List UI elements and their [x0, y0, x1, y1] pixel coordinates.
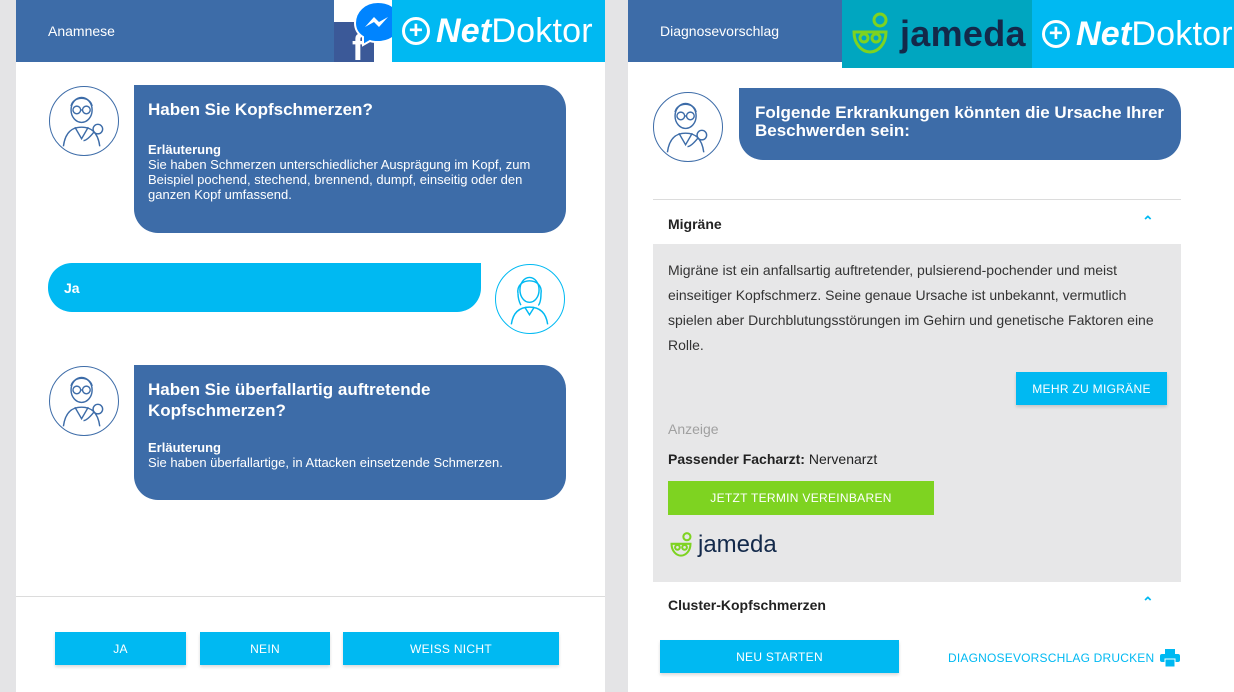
plus-circle-icon: +	[1042, 20, 1070, 48]
explanation-label: Erläuterung	[148, 142, 221, 157]
print-diagnosis-link[interactable]: DIAGNOSEVORSCHLAG DRUCKEN	[948, 649, 1181, 667]
jameda-logo-icon	[670, 532, 692, 557]
netdoktor-logo: + Net Doktor	[392, 0, 605, 62]
diagnosis-title[interactable]: Cluster-Kopfschmerzen	[668, 597, 826, 613]
panel-title: Diagnosevorschlag	[628, 0, 842, 62]
jameda-logo-icon	[852, 12, 888, 54]
doctor-avatar-icon	[49, 86, 119, 156]
anamnese-panel: Anamnese f + Net Doktor Haben Sie Kopfsch…	[16, 0, 605, 692]
plus-circle-icon: +	[402, 17, 430, 45]
specialist-info: Passender Facharzt: Nervenarzt	[668, 451, 878, 467]
patient-avatar-icon	[495, 264, 565, 334]
chevron-up-icon[interactable]: ⌃	[1142, 594, 1154, 611]
divider	[16, 596, 605, 597]
no-button[interactable]: NEIN	[200, 632, 330, 665]
diagnosis-title[interactable]: Migräne	[668, 216, 722, 232]
divider	[653, 199, 1181, 200]
header: Anamnese f + Net Doktor	[16, 0, 605, 68]
intro-text: Folgende Erkrankungen könnten die Ursach…	[755, 103, 1165, 140]
dont-know-button[interactable]: WEISS NICHT	[343, 632, 559, 665]
answer-text: Ja	[64, 279, 80, 296]
doctor-avatar-icon	[49, 366, 119, 436]
question-text: Haben Sie überfallartig auftretende Kopf…	[148, 380, 431, 420]
jameda-partner-logo: jameda	[668, 531, 777, 559]
answer-bubble: Ja	[48, 263, 481, 312]
question-bubble: Haben Sie überfallartig auftretende Kopf…	[134, 365, 566, 500]
printer-icon	[1160, 649, 1181, 667]
jameda-logo: jameda	[842, 0, 1032, 68]
panel-title: Anamnese	[16, 0, 334, 62]
diagnosis-description: Migräne ist ein anfallsartig auftretende…	[668, 262, 1154, 353]
book-appointment-button[interactable]: JETZT TERMIN VEREINBAREN	[668, 481, 934, 515]
explanation-text: Sie haben überfallartige, in Attacken ei…	[148, 455, 503, 470]
diagnosis-details: Migräne ist ein anfallsartig auftretende…	[653, 244, 1181, 582]
intro-bubble: Folgende Erkrankungen könnten die Ursach…	[739, 88, 1181, 160]
restart-button[interactable]: NEU STARTEN	[660, 640, 899, 673]
diagnosis-panel: Diagnosevorschlag jameda + Net Doktor Fol…	[628, 0, 1234, 692]
explanation-text: Sie haben Schmerzen unterschiedlicher Au…	[148, 157, 531, 202]
more-about-migraine-button[interactable]: MEHR ZU MIGRÄNE	[1016, 372, 1167, 405]
question-text: Haben Sie Kopfschmerzen?	[148, 100, 373, 119]
header: Diagnosevorschlag jameda + Net Doktor	[628, 0, 1234, 68]
explanation-label: Erläuterung	[148, 440, 221, 455]
yes-button[interactable]: JA	[55, 632, 186, 665]
question-bubble: Haben Sie Kopfschmerzen? Erläuterung Sie…	[134, 85, 566, 233]
doctor-avatar-icon	[653, 92, 723, 162]
chevron-up-icon[interactable]: ⌃	[1142, 213, 1154, 230]
ad-label: Anzeige	[668, 421, 719, 437]
netdoktor-logo: + Net Doktor	[1032, 0, 1234, 68]
